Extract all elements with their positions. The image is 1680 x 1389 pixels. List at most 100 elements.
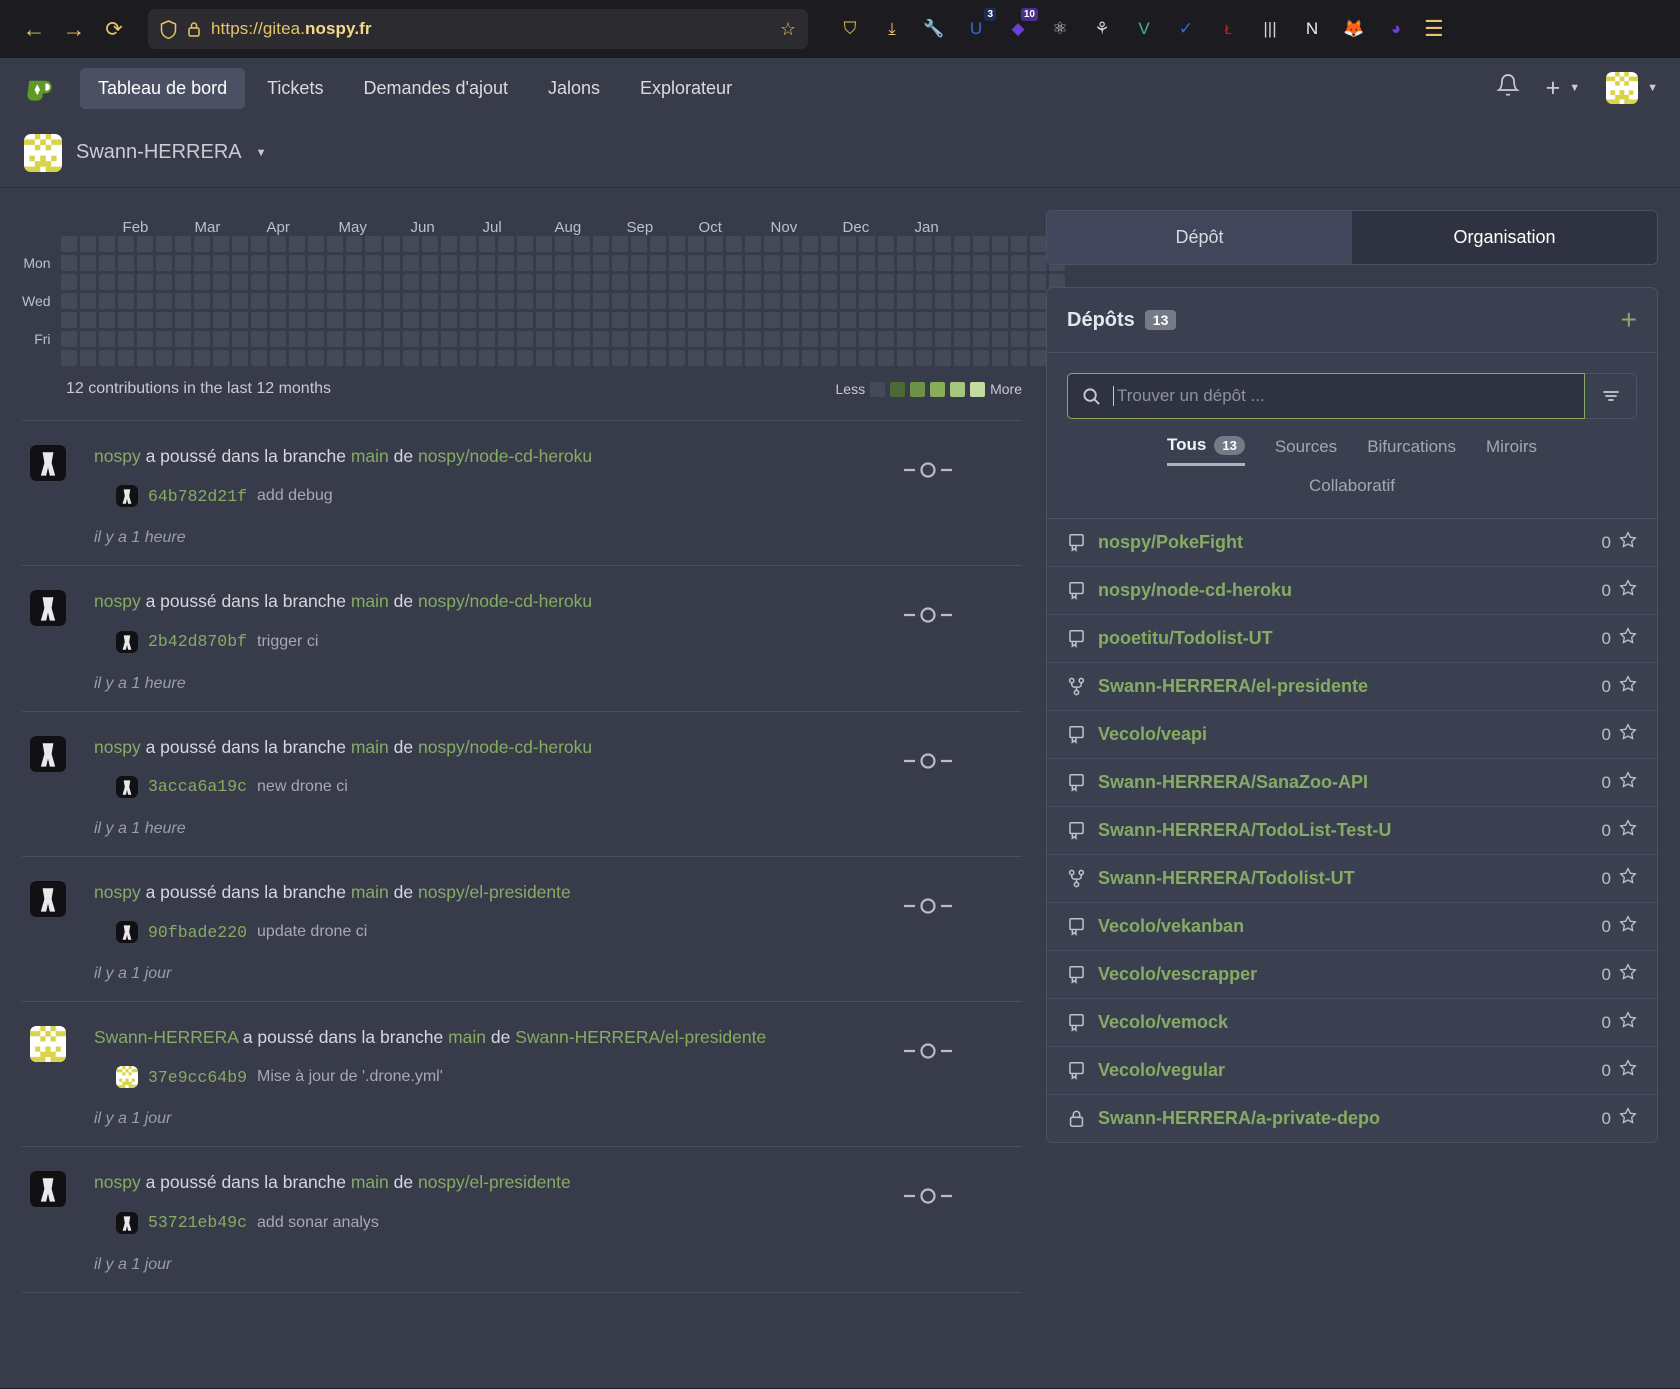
repository-star-group[interactable]: 0 [1602,771,1637,794]
heatmap-cell[interactable] [858,274,875,290]
heatmap-cell[interactable] [744,350,761,366]
heatmap-cell[interactable] [668,312,685,328]
heatmap-cell[interactable] [782,350,799,366]
heatmap-cell[interactable] [345,331,362,347]
heatmap-cell[interactable] [60,274,77,290]
heatmap-cell[interactable] [668,236,685,252]
repository-row[interactable]: Swann-HERRERA/a-private-depo 0 [1047,1095,1657,1142]
heatmap-cell[interactable] [288,274,305,290]
heatmap-cell[interactable] [858,331,875,347]
heatmap-cell[interactable] [136,236,153,252]
heatmap-cell[interactable] [630,236,647,252]
heatmap-cell[interactable] [953,274,970,290]
heatmap-cell[interactable] [744,274,761,290]
heatmap-cell[interactable] [725,331,742,347]
heatmap-cell[interactable] [136,312,153,328]
heatmap-cell[interactable] [326,274,343,290]
lastpass-extension[interactable]: ᴌ [1214,15,1242,43]
nav-item-tableau-de-bord[interactable]: Tableau de bord [80,67,246,109]
pocket-extension[interactable]: ⛉ [836,15,864,43]
heatmap-cell[interactable] [231,274,248,290]
heatmap-cell[interactable] [763,236,780,252]
heatmap-cell[interactable] [193,350,210,366]
repository-name[interactable]: Vecolo/vegular [1098,1060,1225,1081]
heatmap-cell[interactable] [307,255,324,271]
heatmap-cell[interactable] [478,274,495,290]
heatmap-cell[interactable] [953,350,970,366]
heatmap-cell[interactable] [459,331,476,347]
heatmap-cell[interactable] [896,236,913,252]
heatmap-cell[interactable] [288,293,305,309]
heatmap-cell[interactable] [250,312,267,328]
heatmap-cell[interactable] [250,350,267,366]
heatmap-cell[interactable] [478,255,495,271]
heatmap-cell[interactable] [402,236,419,252]
heatmap-cell[interactable] [364,236,381,252]
heatmap-cell[interactable] [573,331,590,347]
star-icon[interactable] [1619,723,1637,746]
heatmap-cell[interactable] [820,255,837,271]
repository-name[interactable]: Swann-HERRERA/SanaZoo-API [1098,772,1368,793]
heatmap-cell[interactable] [972,331,989,347]
activity-actor-avatar[interactable] [30,1026,66,1062]
heatmap-cell[interactable] [630,331,647,347]
repo-filter-button[interactable] [1585,373,1637,419]
heatmap-cell[interactable] [345,293,362,309]
repository-star-group[interactable]: 0 [1602,819,1637,842]
heatmap-cell[interactable] [668,255,685,271]
heatmap-cell[interactable] [497,350,514,366]
heatmap-cell[interactable] [573,255,590,271]
repository-name[interactable]: pooetitu/Todolist-UT [1098,628,1273,649]
heatmap-cell[interactable] [535,274,552,290]
heatmap-cell[interactable] [630,293,647,309]
heatmap-cell[interactable] [117,274,134,290]
heatmap-cell[interactable] [155,236,172,252]
activity-branch-link[interactable]: main [351,446,389,466]
repository-star-group[interactable]: 0 [1602,675,1637,698]
heatmap-cell[interactable] [307,350,324,366]
repository-row[interactable]: pooetitu/Todolist-UT 0 [1047,615,1657,663]
heatmap-cell[interactable] [155,331,172,347]
heatmap-cell[interactable] [193,274,210,290]
activity-branch-link[interactable]: main [351,737,389,757]
heatmap-cell[interactable] [440,236,457,252]
heatmap-cell[interactable] [288,255,305,271]
heatmap-cell[interactable] [535,312,552,328]
heatmap-cell[interactable] [98,236,115,252]
heatmap-cell[interactable] [801,350,818,366]
notion-extension[interactable]: N [1298,15,1326,43]
heatmap-cell[interactable] [79,331,96,347]
heatmap-cell[interactable] [592,255,609,271]
heatmap-cell[interactable] [744,331,761,347]
heatmap-cell[interactable] [212,236,229,252]
blue-check-extension[interactable]: ✓ [1172,15,1200,43]
heatmap-cell[interactable] [801,312,818,328]
heatmap-cell[interactable] [269,293,286,309]
heatmap-cell[interactable] [269,350,286,366]
heatmap-cell[interactable] [516,350,533,366]
heatmap-cell[interactable] [212,255,229,271]
heatmap-cell[interactable] [136,331,153,347]
repo-filter-tab-tous[interactable]: Tous 13 [1166,435,1245,466]
heatmap-cell[interactable] [364,255,381,271]
nav-item-tickets[interactable]: Tickets [249,68,341,109]
heatmap-cell[interactable] [136,293,153,309]
heatmap-cell[interactable] [744,293,761,309]
heatmap-cell[interactable] [212,350,229,366]
heatmap-cell[interactable] [573,236,590,252]
repository-star-group[interactable]: 0 [1602,627,1637,650]
heatmap-cell[interactable] [896,274,913,290]
heatmap-cell[interactable] [1029,255,1046,271]
ghost-extension[interactable]: ◕ [1382,15,1410,43]
heatmap-cell[interactable] [915,331,932,347]
heatmap-cell[interactable] [383,350,400,366]
heatmap-cell[interactable] [592,274,609,290]
heatmap-cell[interactable] [611,312,628,328]
heatmap-cell[interactable] [383,255,400,271]
heatmap-cell[interactable] [174,293,191,309]
repository-name[interactable]: Swann-HERRERA/TodoList-Test-U [1098,820,1391,841]
star-icon[interactable] [1619,915,1637,938]
heatmap-cell[interactable] [668,331,685,347]
heatmap-cell[interactable] [345,236,362,252]
heatmap-cell[interactable] [421,350,438,366]
